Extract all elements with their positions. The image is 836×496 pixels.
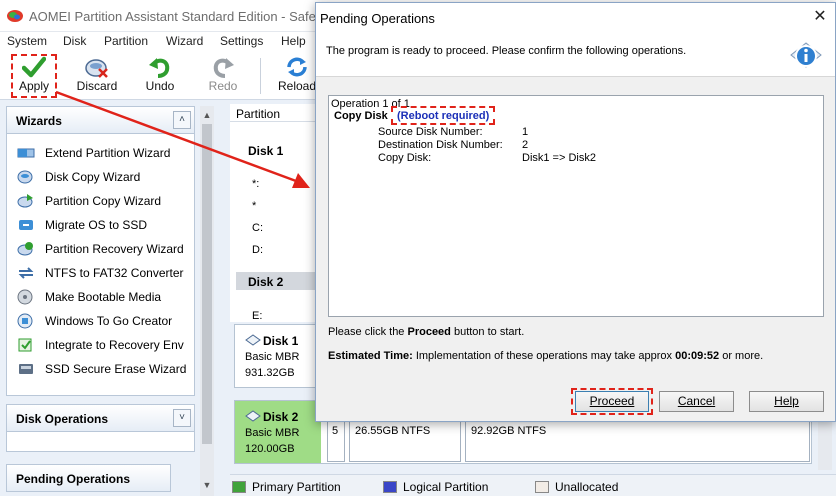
ssd-erase-icon: [19, 364, 33, 374]
bootable-media-icon: [17, 289, 33, 305]
left-panel-scrollbar[interactable]: ▲ ▼: [200, 106, 214, 496]
legend-logical: Logical Partition: [383, 480, 488, 494]
estimated-time: Estimated Time: Implementation of these …: [328, 350, 764, 362]
undo-button[interactable]: Undo: [133, 54, 187, 98]
help-button[interactable]: Help: [749, 391, 824, 412]
recovery-env-icon: [18, 338, 32, 352]
partition-copy-icon: [17, 194, 33, 208]
wizard-ssd-erase[interactable]: SSD Secure Erase Wizard: [17, 360, 195, 378]
wizard-extend-partition[interactable]: Extend Partition Wizard: [17, 144, 195, 162]
wizard-ntfs-fat32[interactable]: NTFS to FAT32 Converter: [17, 264, 195, 282]
collapse-down-icon[interactable]: ˅: [173, 409, 191, 427]
menu-settings[interactable]: Settings: [220, 34, 263, 48]
pending-operations-title: Pending Operations: [16, 472, 131, 486]
extend-partition-icon: [17, 148, 35, 158]
disk-icon: [245, 334, 261, 346]
partition-row[interactable]: C:: [252, 222, 263, 234]
cancel-button[interactable]: Cancel: [659, 391, 734, 412]
scroll-up-icon[interactable]: ▲: [200, 108, 214, 122]
wizard-bootable-media[interactable]: Make Bootable Media: [17, 288, 195, 306]
operation-name: Copy Disk: [334, 110, 388, 122]
disk-icon: [245, 410, 261, 422]
detail-value: Disk1 => Disk2: [522, 152, 596, 164]
redo-arrow-icon: [213, 58, 234, 78]
menu-help[interactable]: Help: [281, 34, 306, 48]
menu-disk[interactable]: Disk: [63, 34, 86, 48]
redo-label: Redo: [208, 79, 238, 93]
legend-unallocated: Unallocated: [535, 480, 618, 494]
disk-operations-body: [6, 432, 195, 452]
detail-value: 2: [522, 139, 529, 151]
wizard-partition-recovery[interactable]: Partition Recovery Wizard: [17, 240, 195, 258]
wizard-list: Extend Partition Wizard Disk Copy Wizard…: [6, 134, 195, 396]
reload-icon: [287, 57, 307, 77]
wizard-partition-copy[interactable]: Partition Copy Wizard: [17, 192, 195, 210]
wizard-recovery-env[interactable]: Integrate to Recovery Env: [17, 336, 195, 354]
pending-operations-header[interactable]: Pending Operations: [6, 464, 171, 492]
collapse-up-icon[interactable]: ˄: [173, 111, 191, 129]
partition-row[interactable]: *:: [252, 178, 259, 190]
operations-list: Operation 1 of 1 Copy Disk (Reboot requi…: [328, 95, 824, 317]
dialog-message: The program is ready to proceed. Please …: [326, 45, 687, 57]
disk-copy-icon: [17, 170, 33, 184]
discard-label: Discard: [76, 79, 118, 93]
close-icon[interactable]: ✕: [811, 8, 829, 26]
pending-operations-dialog: Pending Operations ✕ The program is read…: [315, 2, 836, 422]
toolbar-separator: [260, 58, 261, 94]
discard-button[interactable]: Discard: [70, 54, 124, 98]
reboot-required-badge: (Reboot required): [391, 106, 496, 125]
partition-row[interactable]: E:: [252, 310, 262, 322]
undo-label: Undo: [145, 79, 175, 93]
main-window: AOMEI Partition Assistant Standard Editi…: [0, 0, 836, 496]
disk1-row[interactable]: Disk 1: [248, 144, 283, 158]
disk-area-scrollbar[interactable]: [818, 420, 832, 470]
logical-swatch: [383, 481, 397, 493]
disk2-info: Disk 2 Basic MBR 120.00GB: [235, 401, 321, 463]
windows-to-go-icon: [17, 313, 33, 329]
primary-swatch: [232, 481, 246, 493]
dialog-title: Pending Operations: [320, 11, 435, 26]
detail-label: Source Disk Number:: [378, 126, 483, 138]
ntfs-fat32-icon: [18, 267, 34, 279]
undo-arrow-icon: [149, 58, 170, 78]
menu-system[interactable]: System: [7, 34, 47, 48]
proceed-button[interactable]: Proceed: [575, 391, 649, 412]
legend-primary: Primary Partition: [232, 480, 341, 494]
partition-recovery-icon: [17, 242, 33, 256]
redo-button[interactable]: Redo: [196, 54, 250, 98]
partition-row[interactable]: *: [252, 200, 256, 212]
detail-label: Copy Disk:: [378, 152, 432, 164]
partition-list: Disk 1 *: * C: D:: [230, 122, 320, 322]
wizards-section-header[interactable]: Wizards ˄: [6, 106, 195, 134]
detail-label: Destination Disk Number:: [378, 139, 503, 151]
dialog-header: The program is ready to proceed. Please …: [316, 31, 835, 77]
app-logo-icon: [7, 10, 23, 22]
discard-icon: [85, 59, 108, 78]
unallocated-swatch: [535, 481, 549, 493]
detail-value: 1: [522, 126, 529, 138]
wizards-title: Wizards: [16, 114, 62, 128]
disk2-row[interactable]: Disk 2: [236, 272, 320, 290]
scroll-down-icon[interactable]: ▼: [200, 478, 214, 492]
legend: Primary Partition Logical Partition Unal…: [230, 474, 836, 496]
info-icon: [790, 42, 822, 68]
disk-operations-header[interactable]: Disk Operations ˅: [6, 404, 195, 432]
window-title: AOMEI Partition Assistant Standard Editi…: [29, 9, 353, 24]
proceed-hint: Please click the Proceed button to start…: [328, 326, 525, 338]
menu-wizard[interactable]: Wizard: [166, 34, 203, 48]
disk-operations-title: Disk Operations: [16, 412, 109, 426]
wizard-disk-copy[interactable]: Disk Copy Wizard: [17, 168, 195, 186]
migrate-os-icon: [19, 220, 33, 230]
disk1-info: Disk 1 Basic MBR 931.32GB: [245, 334, 300, 379]
partition-row[interactable]: D:: [252, 244, 263, 256]
scrollbar-thumb[interactable]: [202, 124, 212, 444]
apply-highlight: [11, 54, 57, 98]
dialog-title-bar: Pending Operations ✕: [316, 3, 835, 31]
wizard-windows-to-go[interactable]: Windows To Go Creator: [17, 312, 195, 330]
wizard-migrate-os[interactable]: Migrate OS to SSD: [17, 216, 195, 234]
menu-partition[interactable]: Partition: [104, 34, 148, 48]
left-panel: Wizards ˄ Extend Partition Wizard Disk C…: [6, 106, 195, 496]
